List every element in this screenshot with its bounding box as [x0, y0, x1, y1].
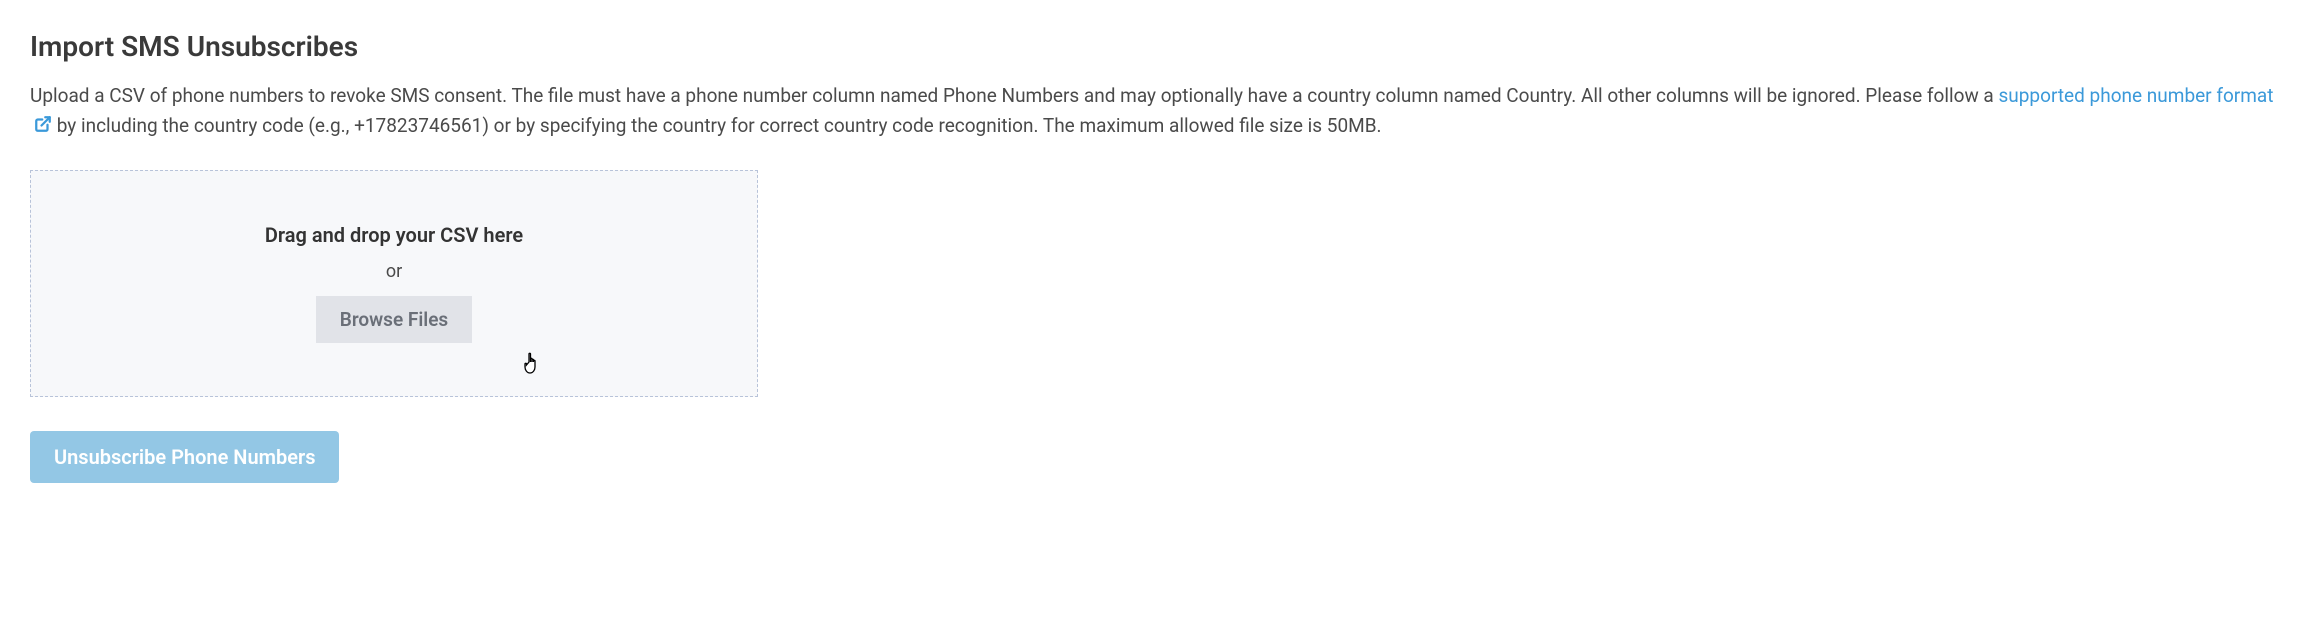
description-part2: by including the country code (e.g., +17… [52, 114, 1382, 137]
cursor-pointer-icon [519, 350, 541, 380]
description-part1: Upload a CSV of phone numbers to revoke … [30, 84, 1998, 107]
dropzone-title: Drag and drop your CSV here [265, 223, 523, 247]
link-text: supported phone number format [1998, 84, 2273, 107]
browse-files-button[interactable]: Browse Files [316, 296, 472, 343]
description-text: Upload a CSV of phone numbers to revoke … [30, 81, 2290, 142]
dropzone-or-text: or [386, 261, 402, 282]
external-link-icon [34, 112, 52, 142]
page-title: Import SMS Unsubscribes [30, 30, 2300, 63]
unsubscribe-phone-numbers-button[interactable]: Unsubscribe Phone Numbers [30, 431, 339, 483]
csv-dropzone[interactable]: Drag and drop your CSV here or Browse Fi… [30, 170, 758, 397]
